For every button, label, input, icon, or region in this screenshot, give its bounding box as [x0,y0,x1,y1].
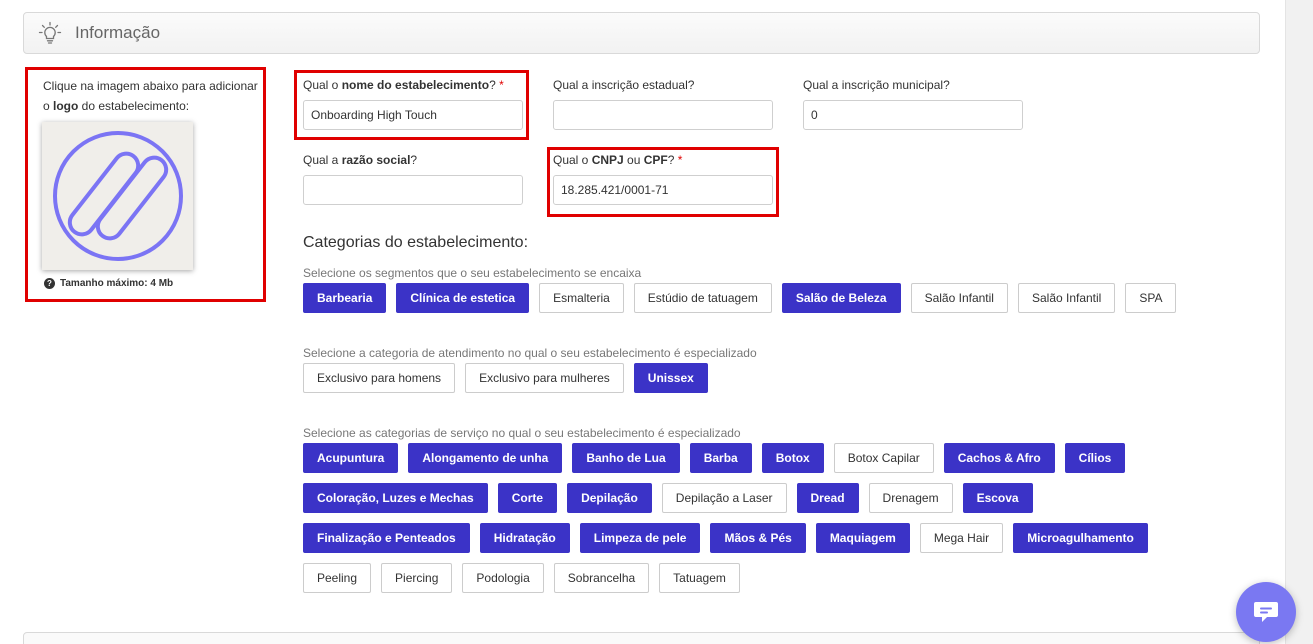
services-chip-row: Acupuntura Alongamento de unha Banho de Lu… [303,443,1126,473]
chip-microagulhamento[interactable]: Microagulhamento [1013,523,1148,553]
attendance-hint: Selecione a categoria de atendimento no … [303,346,757,360]
services-chip-row: Coloração, Luzes e Mechas Corte Depilação D… [303,483,1033,513]
logo-upload-image[interactable] [42,122,193,270]
chip-exclusivo-para-mulheres[interactable]: Exclusivo para mulheres [465,363,624,393]
corporate-name-label: Qual a razão social? [303,153,418,167]
chip-exclusivo-para-homens[interactable]: Exclusivo para homens [303,363,456,393]
page-scrollbar[interactable] [1285,0,1313,644]
chip-barbearia[interactable]: Barbearia [303,283,387,313]
chip-mega-hair[interactable]: Mega Hair [919,523,1004,553]
corporate-name-input[interactable] [303,175,523,205]
section-header: Informação [23,12,1260,54]
services-chip-row: Finalização e Penteados Hidratação Limpeza… [303,523,1148,553]
cnpj-cpf-input[interactable] [553,175,773,205]
chip-maquiagem[interactable]: Maquiagem [815,523,910,553]
chip-acupuntura[interactable]: Acupuntura [303,443,399,473]
chip-clinica-de-estetica[interactable]: Clínica de estetica [396,283,530,313]
chip-tatuagem[interactable]: Tatuagem [659,563,740,593]
chip-salao-de-beleza[interactable]: Salão de Beleza [781,283,901,313]
section-title: Informação [75,23,161,42]
chip-coloracao-luzes-e-mechas[interactable]: Coloração, Luzes e Mechas [303,483,488,513]
chip-salao-infantil[interactable]: Salão Infantil [1017,283,1116,313]
chip-maos-pes[interactable]: Mãos & Pés [710,523,806,553]
chip-escova[interactable]: Escova [962,483,1033,513]
state-registration-label: Qual a inscrição estadual? [553,78,695,92]
chip-botox[interactable]: Botox [761,443,824,473]
state-registration-input[interactable] [553,100,773,130]
lightbulb-icon [38,21,62,44]
chip-spa[interactable]: SPA [1125,283,1177,313]
chip-finalizacao-e-penteados[interactable]: Finalização e Penteados [303,523,470,553]
chip-botox-capilar[interactable]: Botox Capilar [833,443,934,473]
services-hint: Selecione as categorias de serviço no qu… [303,426,741,440]
segments-chip-row: Barbearia Clínica de estetica Esmalteria Es… [303,283,1177,313]
chip-piercing[interactable]: Piercing [381,563,453,593]
next-section-panel [23,632,1260,644]
chip-cachos-afro[interactable]: Cachos & Afro [943,443,1055,473]
logo-size-hint: ? Tamanho máximo: 4 Mb [44,278,173,289]
services-chip-row: Peeling Piercing Podologia Sobrancelha Tatua… [303,563,740,593]
chip-salao-infantil[interactable]: Salão Infantil [910,283,1008,313]
segments-hint: Selecione os segmentos que o seu estabel… [303,266,642,280]
logo-instructions: Clique na imagem abaixo para adicionar o… [43,79,258,113]
chip-banho-de-lua[interactable]: Banho de Lua [572,443,680,473]
chip-depilacao[interactable]: Depilação [567,483,652,513]
chip-corte[interactable]: Corte [497,483,558,513]
chip-estudio-de-tatuagem[interactable]: Estúdio de tatuagem [633,283,772,313]
municipal-registration-input[interactable] [803,100,1023,130]
question-icon: ? [44,278,55,289]
chip-limpeza-de-pele[interactable]: Limpeza de pele [579,523,701,553]
establishment-name-input[interactable] [303,100,523,130]
attendance-chip-row: Exclusivo para homens Exclusivo para mulh… [303,363,708,393]
cnpj-label: Qual o CNPJ ou CPF? * [553,153,683,167]
chip-sobrancelha[interactable]: Sobrancelha [553,563,650,593]
chip-drenagem[interactable]: Drenagem [868,483,953,513]
municipal-registration-label: Qual a inscrição municipal? [803,78,950,92]
chip-esmalteria[interactable]: Esmalteria [539,283,624,313]
chat-button[interactable] [1236,582,1296,642]
chip-alongamento-de-unha[interactable]: Alongamento de unha [408,443,563,473]
chip-barba[interactable]: Barba [689,443,752,473]
chip-dread[interactable]: Dread [796,483,859,513]
chip-unissex[interactable]: Unissex [633,363,708,393]
chip-hidratacao[interactable]: Hidratação [479,523,570,553]
chip-cilios[interactable]: Cílios [1064,443,1126,473]
chip-podologia[interactable]: Podologia [462,563,544,593]
categories-title: Categorias do estabelecimento: [303,234,529,251]
establishment-logo [52,131,183,261]
chat-bubble-icon [1254,602,1278,622]
chip-depilacao-a-laser[interactable]: Depilação a Laser [661,483,787,513]
name-label: Qual o nome do estabelecimento? * [303,78,504,92]
chip-peeling[interactable]: Peeling [303,563,372,593]
